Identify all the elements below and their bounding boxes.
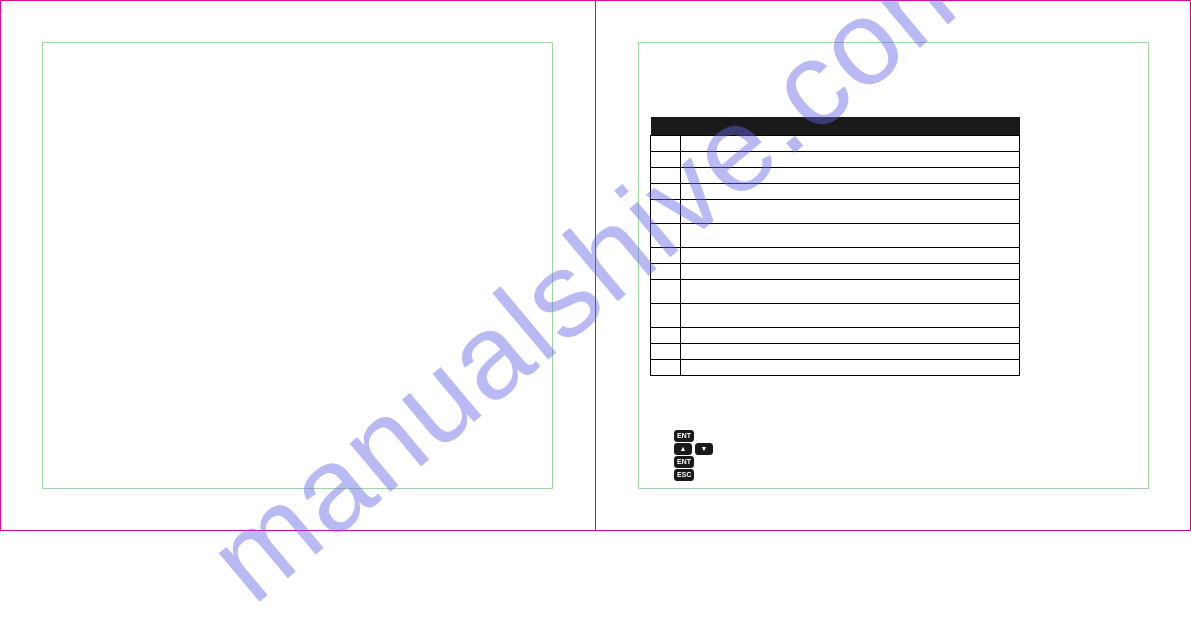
- center-divider: [595, 0, 596, 531]
